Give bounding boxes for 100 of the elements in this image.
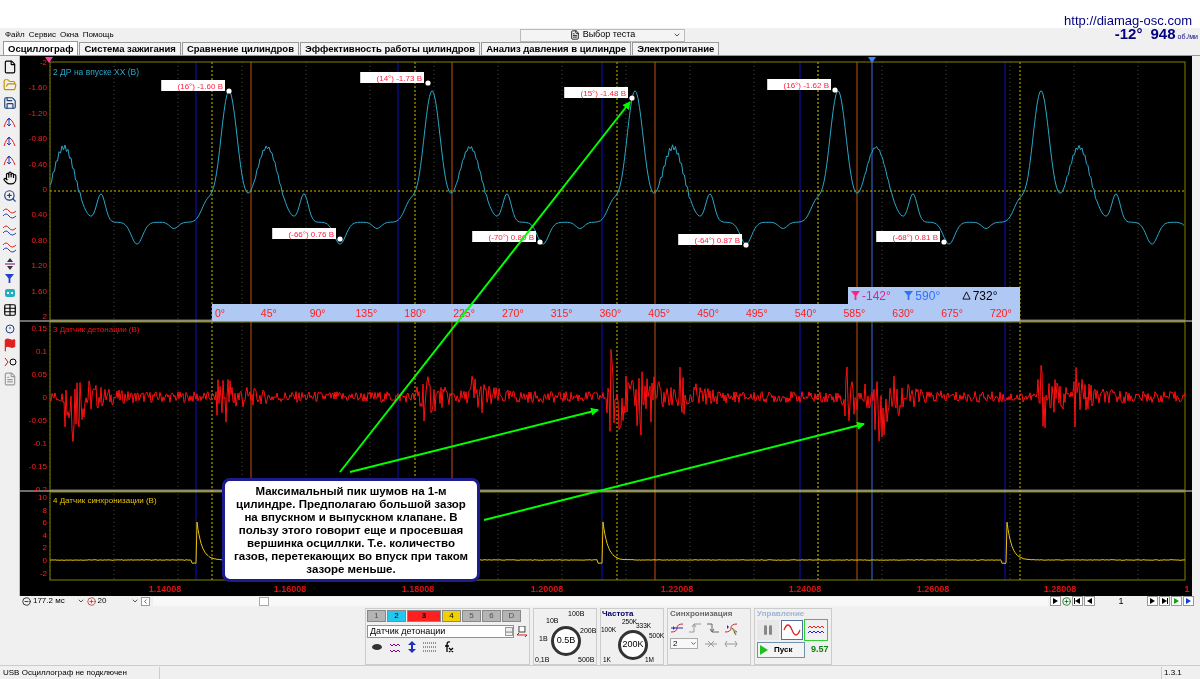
axis-tick-label: 4 bbox=[42, 530, 47, 540]
multi-wave-button[interactable] bbox=[805, 620, 827, 640]
axis-tick-label: 0.15 bbox=[31, 324, 47, 333]
probe-icon[interactable] bbox=[371, 642, 383, 652]
sync-channel-select[interactable]: 2 bbox=[670, 638, 698, 649]
axis-tick-label: 1.20 bbox=[31, 261, 47, 271]
caret-icon bbox=[673, 31, 681, 39]
axis-tick-label: 0.05 bbox=[31, 370, 47, 379]
scrollbar-track[interactable] bbox=[153, 596, 1048, 606]
tab[interactable]: Система зажигания bbox=[79, 42, 181, 55]
trigger-icon[interactable] bbox=[670, 621, 684, 635]
channel-title: 4 Датчик синхронизации (В) bbox=[53, 496, 157, 505]
falling-edge-icon[interactable] bbox=[706, 621, 720, 635]
menu-item[interactable]: Окна bbox=[60, 30, 79, 40]
scroll-left-icon[interactable] bbox=[141, 596, 151, 606]
marker-dot bbox=[743, 242, 749, 248]
filter-icon bbox=[5, 274, 14, 283]
marker-label: (-66°) 0.76 В bbox=[272, 228, 336, 239]
angle-label: 585° bbox=[843, 307, 866, 319]
trigger-cursor-icon[interactable] bbox=[724, 621, 738, 635]
axis-tick-label: 0 bbox=[42, 185, 47, 194]
add-icon[interactable] bbox=[1062, 596, 1071, 606]
website-url[interactable]: http://diamag-osc.com bbox=[1064, 14, 1192, 28]
filter-wave-icon[interactable] bbox=[389, 641, 401, 653]
status-text: USB Осциллограф не подключен bbox=[0, 666, 160, 679]
zoom-count[interactable]: 20 bbox=[97, 596, 130, 606]
marker-dot bbox=[629, 95, 635, 101]
test-select[interactable]: Выбор теста bbox=[520, 28, 685, 42]
lines-icon[interactable] bbox=[423, 642, 436, 652]
first-page-button[interactable] bbox=[1072, 596, 1083, 606]
caret-icon[interactable] bbox=[76, 597, 85, 605]
play-button[interactable] bbox=[1183, 596, 1194, 606]
time-label: 1.16008 bbox=[273, 584, 307, 594]
menu-item[interactable]: Сервис bbox=[28, 30, 57, 40]
voltage-knob[interactable]: 0.5В bbox=[551, 626, 581, 656]
pause-icon bbox=[763, 624, 773, 636]
start-button[interactable]: Пуск bbox=[757, 642, 805, 658]
waves-icon[interactable] bbox=[2, 241, 17, 254]
marker-label: (16°) -1.62 В bbox=[767, 79, 831, 90]
menu-item[interactable]: Файл bbox=[5, 30, 25, 40]
flag-icon[interactable] bbox=[2, 338, 17, 352]
zoom-in-icon[interactable] bbox=[2, 189, 17, 203]
zigzag-waves-icon bbox=[807, 624, 825, 636]
filter-icon bbox=[904, 291, 914, 300]
angle-label: 450° bbox=[697, 307, 719, 319]
channel-button[interactable]: 4 bbox=[442, 610, 461, 622]
invert-icon[interactable] bbox=[407, 641, 417, 653]
tab[interactable]: Электропитание bbox=[632, 42, 720, 55]
channel-name-field[interactable]: Датчик детонации bbox=[367, 625, 515, 638]
time-label: 1.28008 bbox=[1043, 584, 1077, 594]
channel-button[interactable]: 2 bbox=[387, 610, 406, 622]
angle-label: 630° bbox=[892, 307, 915, 319]
zoom-in-icon[interactable] bbox=[86, 596, 96, 606]
auto-zero-icon[interactable] bbox=[2, 321, 17, 334]
zero-level-icon[interactable] bbox=[2, 356, 17, 368]
play-small-button[interactable] bbox=[1050, 596, 1061, 606]
axis-tick-label: 2 bbox=[42, 312, 47, 321]
time-scale[interactable]: 177.2 мс bbox=[32, 596, 75, 606]
sine-mode-button[interactable] bbox=[781, 620, 803, 640]
marker-label: (14°) -1.73 В bbox=[360, 72, 424, 83]
angle-label: 270° bbox=[501, 307, 524, 319]
caret-icon[interactable] bbox=[131, 597, 140, 605]
spacing-icon[interactable] bbox=[3, 258, 16, 270]
axis-tick-label: -1.20 bbox=[28, 108, 47, 118]
cursor-value: 732° bbox=[972, 287, 998, 304]
table-icon[interactable] bbox=[2, 303, 17, 317]
sine-wave-icon bbox=[783, 624, 801, 636]
menu-item[interactable]: Помощь bbox=[82, 30, 114, 40]
tab[interactable]: Сравнение цилиндров bbox=[181, 42, 299, 55]
last-page-button[interactable] bbox=[1159, 596, 1170, 606]
angle-label: 720° bbox=[989, 307, 1012, 319]
angle-label: 45° bbox=[260, 307, 277, 319]
save-icon[interactable] bbox=[2, 96, 17, 110]
waves-icon[interactable] bbox=[2, 224, 17, 237]
marker-label: (15°) -1.48 В bbox=[564, 87, 628, 98]
tab[interactable]: Осциллограф bbox=[3, 41, 79, 55]
angle-label: 315° bbox=[550, 307, 573, 319]
next-page-button[interactable] bbox=[1147, 596, 1158, 606]
zoom-out-icon[interactable] bbox=[22, 596, 31, 606]
axis-tick-label: -0.05 bbox=[28, 416, 47, 425]
marker-dot bbox=[226, 88, 232, 94]
hand-icon[interactable] bbox=[2, 171, 17, 185]
marker-dot bbox=[337, 236, 343, 242]
document-gear-icon bbox=[569, 30, 580, 40]
tab[interactable]: Эффективность работы цилиндров bbox=[300, 42, 481, 55]
tab[interactable]: Анализ давления в цилиндре bbox=[481, 42, 632, 55]
marker-label: (16°) -1.60 В bbox=[161, 80, 225, 91]
swap-icon[interactable] bbox=[516, 625, 528, 638]
pause-button[interactable] bbox=[757, 620, 779, 640]
time-label: 1.22008 bbox=[660, 584, 694, 594]
more-icon[interactable] bbox=[505, 627, 514, 636]
axis-tick-label: 0.80 bbox=[31, 235, 47, 245]
channel-button[interactable]: 3 bbox=[407, 610, 441, 622]
axis-tick-label: 10 bbox=[38, 493, 47, 502]
function-icon[interactable] bbox=[442, 641, 454, 653]
new-file-icon[interactable] bbox=[2, 60, 17, 74]
previous-page-button[interactable] bbox=[1084, 596, 1095, 606]
axis-tick-label: 1.60 bbox=[31, 286, 47, 296]
waves-icon[interactable] bbox=[2, 207, 17, 220]
comment-callout: Максимальный пик шумов на 1-м цилиндре. Предполагаю большой зазор на впускном и выпускном клапане. В пользу этого говорит еще и просевшая вершинка осциллки. Т.е. количество газов, перетекающих во впуск при таком зазоре меньше. bbox=[222, 478, 480, 582]
